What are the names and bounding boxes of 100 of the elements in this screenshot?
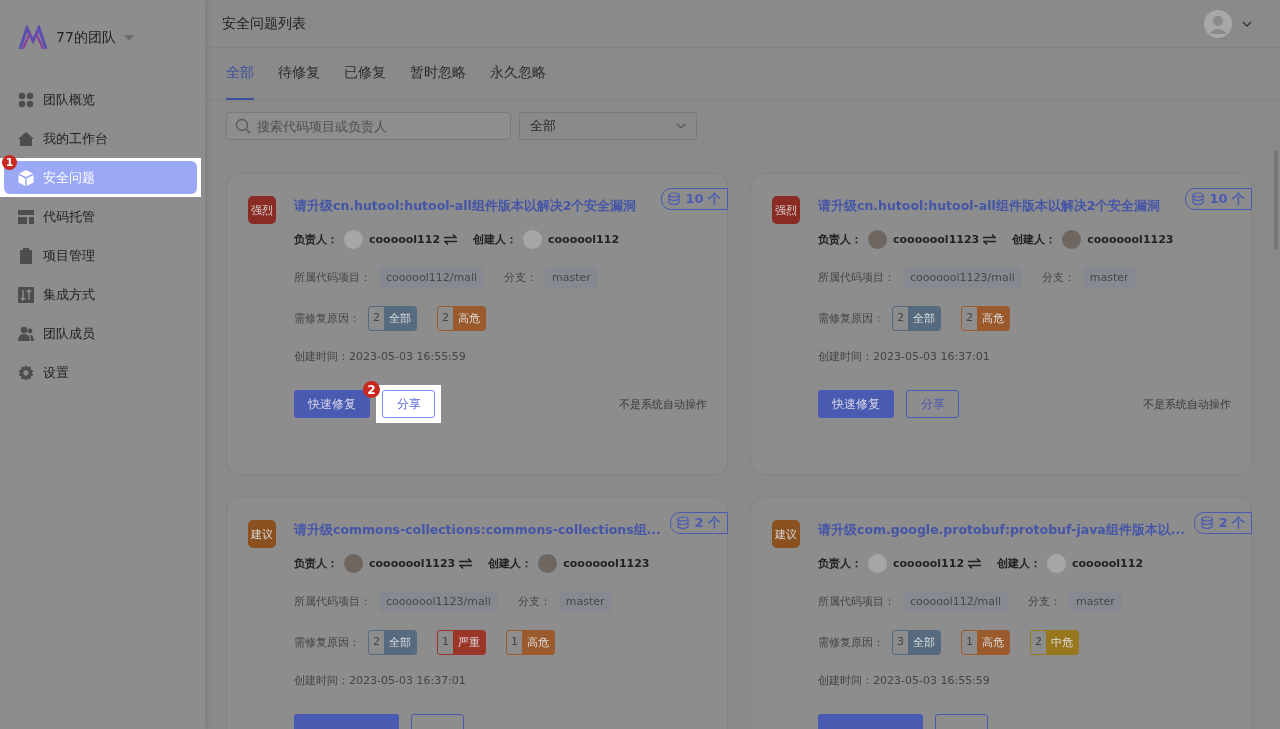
reason-count: 1: [441, 634, 450, 650]
project-tag: coooool112/mall: [903, 591, 1009, 612]
reason-level: 高危: [977, 631, 1009, 654]
severity-badge: 强烈: [248, 196, 276, 224]
project-tag: coooool112/mall: [379, 267, 485, 288]
sidebar-item[interactable]: 代码托管: [4, 200, 201, 233]
assignee-name: coooool112: [369, 233, 441, 246]
tab[interactable]: 暂时忽略: [410, 48, 466, 100]
branch-tag: master: [545, 267, 598, 288]
sidebar-item[interactable]: 我的工作台: [4, 122, 201, 155]
assignee-label: 负责人：: [294, 232, 338, 247]
chevron-down-icon[interactable]: [1242, 20, 1252, 27]
swap-icon[interactable]: [983, 234, 997, 245]
database-icon: [1201, 516, 1216, 530]
avatar-icon[interactable]: [1204, 9, 1232, 38]
database-icon: [677, 516, 692, 530]
database-icon: [1192, 192, 1207, 206]
branch-label: 分支：: [1041, 270, 1075, 285]
users-icon: [18, 325, 34, 342]
search-icon: [235, 118, 251, 134]
sidebar-item[interactable]: 团队成员: [4, 317, 201, 350]
branch-tag: master: [1069, 591, 1122, 612]
sidebar-item[interactable]: 团队概览: [4, 83, 201, 116]
reason-label: 需修复原因：: [818, 311, 884, 326]
creator-label: 创建人：: [1012, 232, 1057, 247]
share-button[interactable]: 分享: [382, 390, 435, 418]
branch-label: 分支：: [504, 270, 538, 285]
reason-count: 1: [510, 634, 519, 650]
assignee-name: coooool112: [893, 557, 965, 570]
creator-label: 创建人：: [997, 556, 1042, 571]
branch-tag: master: [1082, 267, 1136, 288]
project-label: 所属代码项目：: [294, 270, 371, 285]
quick-fix-button[interactable]: 快速修复: [818, 390, 894, 418]
reason-count: 2: [372, 310, 381, 326]
filter-dropdown[interactable]: 全部: [519, 112, 697, 140]
reason-count: 2: [896, 310, 905, 326]
tab[interactable]: 已修复: [344, 48, 386, 100]
search-field[interactable]: 搜索代码项目或负责人: [226, 112, 511, 140]
reason-count: 1: [965, 634, 974, 650]
reason-count: 3: [896, 634, 905, 650]
swap-icon[interactable]: [459, 558, 473, 569]
reason-level: 严重: [453, 631, 485, 654]
reason-level: 全部: [384, 631, 416, 654]
sort-icon: [18, 286, 34, 303]
project-tag: cooooool1123/mall: [379, 591, 498, 612]
project-label: 所属代码项目：: [294, 594, 371, 609]
swap-icon[interactable]: [444, 234, 458, 245]
assignee-label: 负责人：: [818, 232, 862, 247]
reason-level: 高危: [522, 631, 554, 654]
settings-icon: [18, 364, 34, 381]
operation-note: 不是系统自动操作: [1143, 396, 1231, 412]
creator-name: coooool112: [548, 233, 620, 246]
chevron-down-icon: [676, 123, 686, 129]
severity-badge: 建议: [772, 520, 800, 548]
reason-level: 高危: [977, 307, 1009, 330]
logo-icon: [18, 25, 48, 51]
project-label: 所属代码项目：: [818, 270, 895, 285]
caret-icon[interactable]: [123, 35, 134, 41]
guide-step-tooltip: 2: [363, 381, 380, 398]
reason-level: 全部: [908, 631, 940, 654]
branch-tag: master: [558, 591, 612, 612]
clipboard-icon: [18, 247, 34, 264]
creator-label: 创建人：: [488, 556, 533, 571]
cube-icon: [18, 169, 34, 186]
tab[interactable]: 全部: [226, 48, 254, 100]
reason-level: 全部: [384, 307, 416, 330]
reason-level: 全部: [908, 307, 940, 330]
branch-label: 分支：: [1028, 594, 1062, 609]
assignee-label: 负责人：: [818, 556, 862, 571]
created-time: 创建时间：2023-05-03 16:55:59: [818, 673, 990, 688]
database-icon: [668, 192, 683, 206]
layout-icon: [18, 208, 34, 225]
branch-label: 分支：: [517, 594, 551, 609]
sidebar-item[interactable]: 集成方式: [4, 278, 201, 311]
creator-label: 创建人：: [473, 232, 518, 247]
creator-name: coooool112: [1072, 557, 1144, 570]
created-time: 创建时间：2023-05-03 16:37:01: [294, 673, 466, 688]
operation-note: 不是系统自动操作: [619, 396, 707, 412]
assignee-label: 负责人：: [294, 556, 338, 571]
reason-label: 需修复原因：: [294, 311, 360, 326]
creator-name: cooooool1123: [563, 557, 650, 570]
home-icon: [18, 130, 34, 147]
swap-icon[interactable]: [968, 558, 982, 569]
severity-badge: 强烈: [772, 196, 800, 224]
team-name[interactable]: 77的团队: [56, 29, 116, 47]
project-label: 所属代码项目：: [818, 594, 895, 609]
creator-name: cooooool1123: [1087, 233, 1174, 246]
severity-badge: 建议: [248, 520, 276, 548]
tab[interactable]: 待修复: [278, 48, 320, 100]
reason-level: 高危: [453, 307, 485, 330]
assignee-name: cooooool1123: [369, 557, 456, 570]
reason-count: 2: [372, 634, 381, 650]
dots-grid-icon: [18, 91, 34, 108]
project-tag: cooooool1123/mall: [903, 267, 1022, 288]
sidebar-item[interactable]: 项目管理: [4, 239, 201, 272]
reason-count: 2: [1034, 634, 1043, 650]
reason-label: 需修复原因：: [294, 635, 360, 650]
reason-count: 2: [965, 310, 974, 326]
tab[interactable]: 永久忽略: [490, 48, 546, 100]
sidebar-item[interactable]: 设置: [4, 356, 201, 389]
